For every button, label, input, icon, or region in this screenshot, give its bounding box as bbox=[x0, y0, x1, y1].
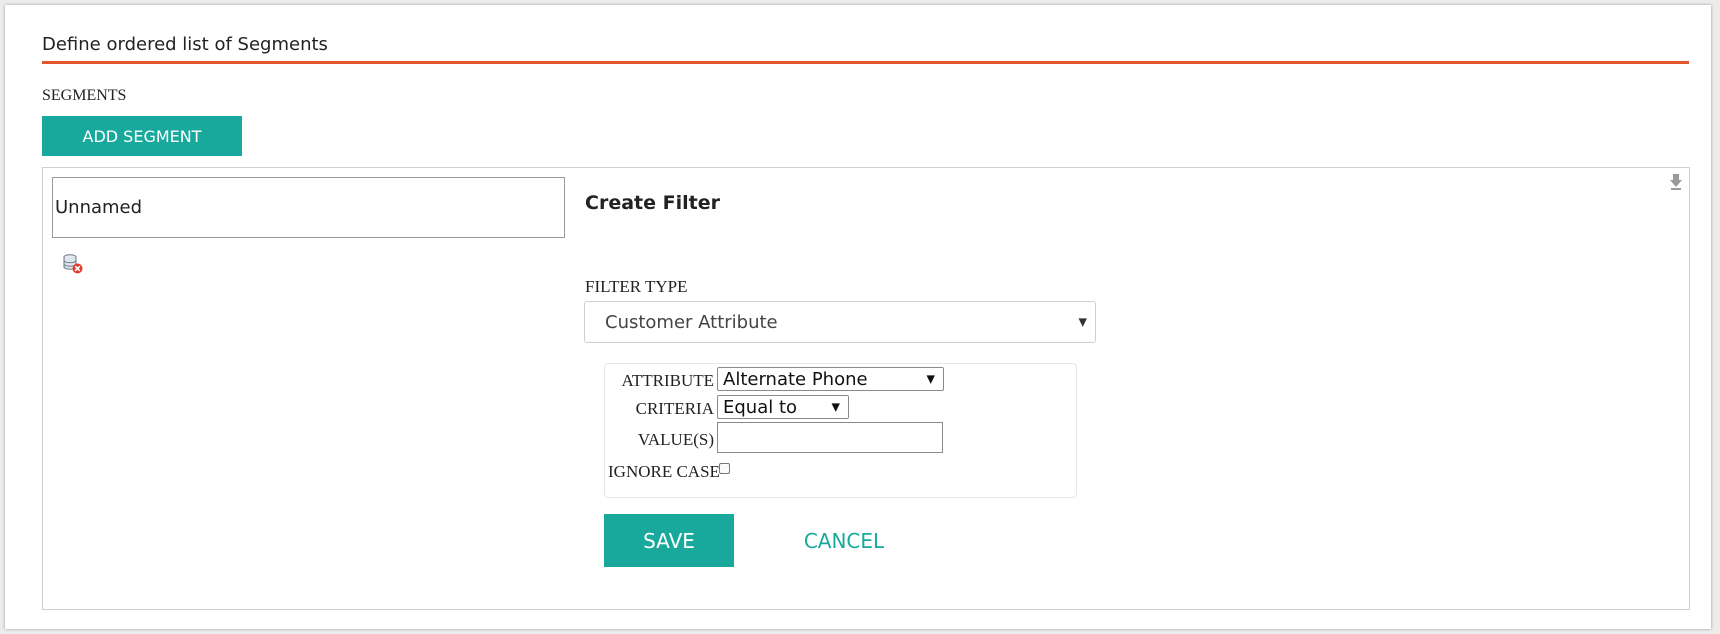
segment-name-field[interactable]: Unnamed bbox=[52, 177, 565, 238]
attribute-select[interactable]: Alternate Phone ▼ bbox=[717, 367, 944, 391]
ignore-case-label: IGNORE CASE bbox=[608, 462, 720, 481]
criteria-select[interactable]: Equal to ▼ bbox=[717, 395, 849, 419]
chevron-down-icon: ▼ bbox=[1078, 315, 1087, 329]
page-title: Define ordered list of Segments bbox=[42, 34, 328, 55]
segments-label: SEGMENTS bbox=[42, 87, 127, 104]
create-filter-heading: Create Filter bbox=[585, 192, 720, 214]
save-button[interactable]: SAVE bbox=[604, 514, 734, 567]
attribute-label: ATTRIBUTE bbox=[621, 371, 714, 390]
values-label: VALUE(S) bbox=[637, 430, 714, 449]
criteria-value: Equal to bbox=[723, 396, 798, 418]
filter-criteria-box: ATTRIBUTE Alternate Phone ▼ CRITERIA Equ… bbox=[604, 363, 1077, 498]
filter-type-select[interactable]: Customer Attribute ▼ bbox=[584, 301, 1096, 343]
values-input[interactable] bbox=[717, 422, 943, 453]
filter-type-label: FILTER TYPE bbox=[585, 277, 688, 296]
chevron-down-icon: ▼ bbox=[926, 372, 935, 386]
segments-card: Define ordered list of Segments SEGMENTS… bbox=[5, 5, 1711, 629]
segment-panel: Unnamed Create Filter FILTER TYPE Custom… bbox=[42, 167, 1690, 610]
add-segment-button[interactable]: ADD SEGMENT bbox=[42, 116, 242, 156]
ignore-case-checkbox[interactable] bbox=[719, 463, 730, 474]
filter-type-value: Customer Attribute bbox=[605, 311, 778, 333]
criteria-label: CRITERIA bbox=[635, 399, 714, 418]
database-delete-icon[interactable] bbox=[62, 253, 84, 275]
cancel-button[interactable]: CANCEL bbox=[789, 514, 899, 567]
title-divider bbox=[42, 61, 1689, 64]
chevron-down-icon: ▼ bbox=[831, 400, 840, 414]
pin-icon[interactable] bbox=[1669, 174, 1683, 190]
attribute-value: Alternate Phone bbox=[723, 368, 868, 390]
